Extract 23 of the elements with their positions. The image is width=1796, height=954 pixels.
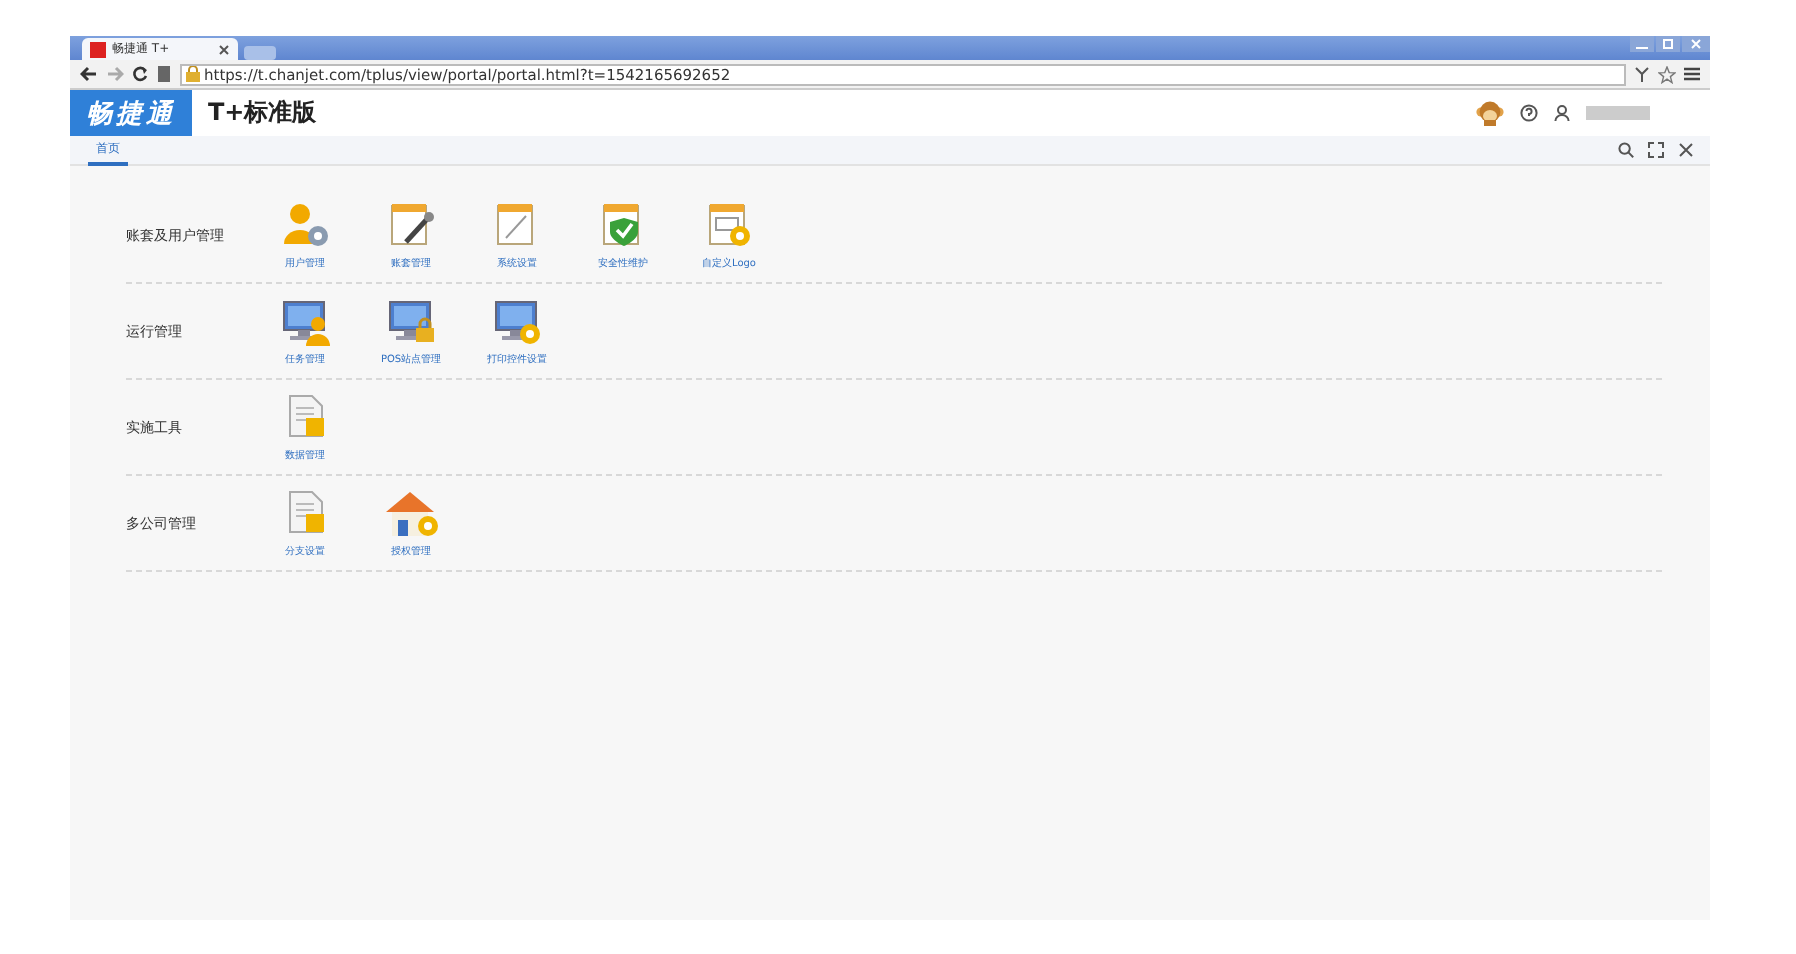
page-icon bbox=[156, 66, 172, 82]
logo-gear-icon bbox=[703, 200, 755, 252]
app-icon bbox=[90, 41, 106, 57]
logo: 畅捷通 bbox=[70, 90, 192, 136]
menu-icon[interactable] bbox=[1684, 66, 1700, 82]
search-icon[interactable] bbox=[1618, 142, 1634, 158]
user-icon[interactable] bbox=[1554, 104, 1570, 122]
house-icon bbox=[381, 488, 441, 540]
back-icon[interactable] bbox=[80, 66, 98, 82]
star-icon[interactable] bbox=[1658, 65, 1676, 83]
help-icon[interactable] bbox=[1520, 104, 1538, 122]
lock-icon bbox=[186, 66, 200, 82]
monitor-gear-icon bbox=[491, 296, 543, 348]
product-name: T+标准版 bbox=[208, 96, 317, 130]
monitor-lock-icon bbox=[385, 296, 437, 348]
monitor-user-icon bbox=[279, 296, 331, 348]
reload-icon[interactable] bbox=[132, 66, 148, 82]
close-icon[interactable] bbox=[1678, 142, 1694, 158]
monkey-icon[interactable] bbox=[1476, 100, 1504, 126]
extension-icon[interactable] bbox=[1634, 66, 1650, 82]
close-icon[interactable] bbox=[218, 43, 230, 55]
users-icon bbox=[279, 200, 331, 252]
fullscreen-icon[interactable] bbox=[1648, 142, 1664, 158]
